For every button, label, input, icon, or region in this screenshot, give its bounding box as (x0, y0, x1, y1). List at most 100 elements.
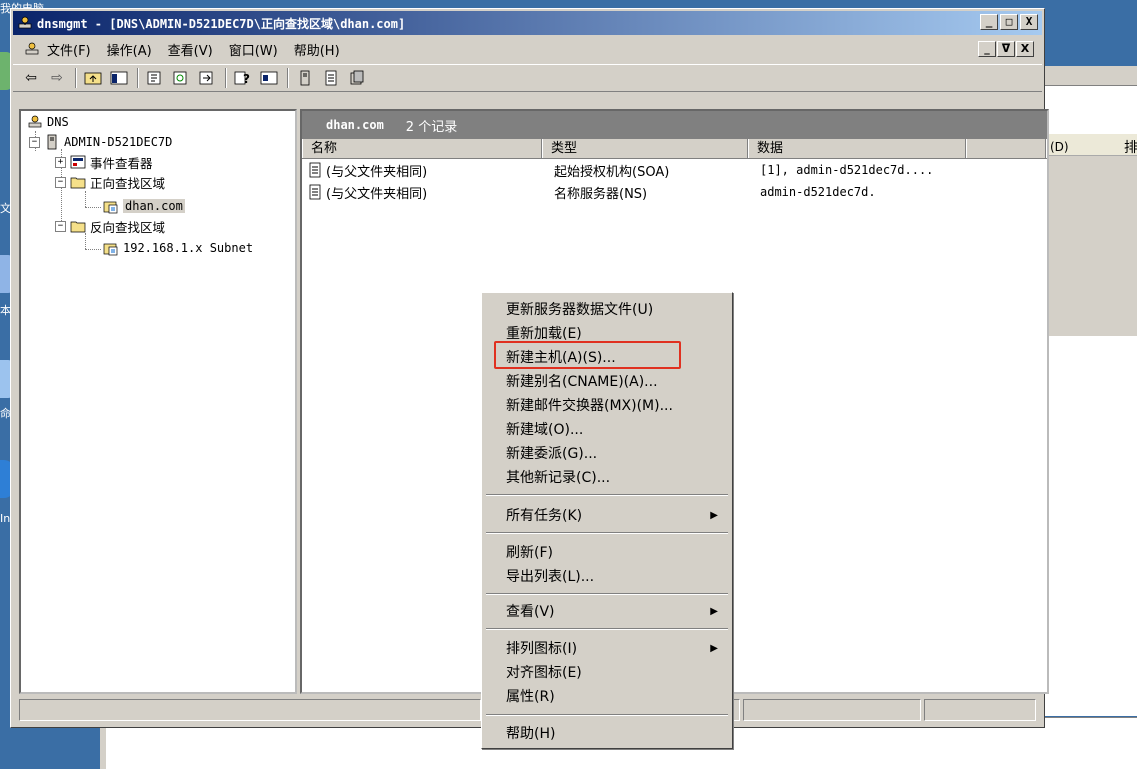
background-column-label-2: 排 (1124, 140, 1137, 156)
menu-window[interactable]: 窗口(W) (229, 40, 278, 59)
tree-label: ADMIN-D521DEC7D (64, 135, 173, 149)
properties-icon[interactable] (145, 68, 165, 88)
menu-item-new-alias[interactable]: 新建别名(CNAME)(A)... (484, 369, 730, 393)
record-icon (309, 162, 321, 178)
tree-label: 反向查找区域 (90, 219, 166, 235)
tree-label: dhan.com (123, 199, 185, 213)
record-type: 起始授权机构(SOA) (554, 164, 670, 180)
collapse-icon[interactable]: − (55, 176, 66, 188)
record-icon[interactable] (321, 68, 341, 88)
expand-icon[interactable]: + (55, 156, 66, 168)
toolbar-separator (287, 68, 289, 88)
zone-icon (103, 201, 118, 214)
column-header-data[interactable]: 数据 (748, 139, 966, 158)
tree-item-reverse-subnet[interactable]: 192.168.1.x Subnet (103, 239, 253, 257)
menu-separator (486, 593, 728, 595)
submenu-arrow-icon: ▶ (710, 509, 718, 521)
menu-item-new-domain[interactable]: 新建域(O)... (484, 417, 730, 441)
menu-item-help[interactable]: 帮助(H) (484, 721, 730, 745)
mdi-close-button[interactable]: X (1016, 41, 1034, 57)
tree-item-dhan-com[interactable]: dhan.com (103, 197, 185, 215)
menu-action[interactable]: 操作(A) (107, 40, 152, 59)
record-type: 名称服务器(NS) (554, 186, 648, 202)
zone-icon[interactable] (347, 68, 367, 88)
up-folder-icon[interactable] (83, 68, 103, 88)
tree-label: DNS (47, 115, 69, 129)
menu-item-other-new-records[interactable]: 其他新记录(C)... (484, 465, 730, 489)
tree-item-event-viewer[interactable]: + 事件查看器 (55, 153, 153, 171)
status-pane (924, 699, 1036, 721)
menu-separator (486, 714, 728, 716)
tree-connector (85, 249, 101, 250)
close-button[interactable]: X (1020, 14, 1038, 30)
tree-connector (85, 233, 86, 249)
menu-help[interactable]: 帮助(H) (294, 40, 340, 59)
menu-item-arrange-icons[interactable]: 排列图标(I) ▶ (484, 636, 730, 660)
dns-menu-icon[interactable] (23, 41, 41, 57)
maximize-button[interactable]: □ (1000, 14, 1018, 30)
record-data: [1], admin-d521dec7d.... (760, 163, 934, 177)
menu-item-new-mx[interactable]: 新建邮件交换器(MX)(M)... (484, 393, 730, 417)
menu-item-export-list[interactable]: 导出列表(L)... (484, 564, 730, 588)
console-icon[interactable] (259, 68, 279, 88)
column-header-extra[interactable] (966, 139, 1046, 158)
menu-item-new-delegation[interactable]: 新建委派(G)... (484, 441, 730, 465)
tree-item-reverse-zones[interactable]: − 反向查找区域 (55, 217, 165, 235)
server-icon[interactable] (295, 68, 315, 88)
toolbar-separator (75, 68, 77, 88)
window-titlebar[interactable]: dnsmgmt - [DNS\ADMIN-D521DEC7D\正向查找区域\dh… (13, 11, 1042, 35)
console-tree: DNS − ADMIN-D521DEC7D + 事件查看器 − 正向查找区域 d… (19, 109, 297, 694)
tree-item-server[interactable]: − ADMIN-D521DEC7D (29, 133, 172, 151)
forward-arrow-icon[interactable]: ⇨ (47, 68, 67, 88)
tree-label: 事件查看器 (90, 155, 153, 171)
dns-icon (28, 115, 42, 128)
collapse-icon[interactable]: − (29, 136, 40, 148)
tree-connector (85, 191, 86, 207)
submenu-arrow-icon: ▶ (710, 642, 718, 654)
menu-item-label: 查看(V) (506, 604, 555, 620)
minimize-button[interactable]: _ (980, 14, 998, 30)
mdi-restore-button[interactable]: ᐁ (997, 41, 1015, 57)
column-header-row: 名称 类型 数据 (302, 139, 1047, 159)
window-title: dnsmgmt - [DNS\ADMIN-D521DEC7D\正向查找区域\dh… (37, 16, 406, 31)
tree-label: 192.168.1.x Subnet (123, 241, 254, 255)
menu-item-all-tasks[interactable]: 所有任务(K) ▶ (484, 503, 730, 527)
record-name: (与父文件夹相同) (326, 186, 428, 202)
menubar: 文件(F) 操作(A) 查看(V) 窗口(W) 帮助(H) _ ᐁ X (13, 37, 1042, 61)
menu-separator (486, 494, 728, 496)
refresh-icon[interactable] (171, 68, 191, 88)
tree-item-dns[interactable]: DNS (27, 113, 69, 131)
column-header-name[interactable]: 名称 (302, 139, 542, 158)
toolbar-separator (225, 68, 227, 88)
back-arrow-icon[interactable]: ⇦ (21, 68, 41, 88)
menu-item-properties[interactable]: 属性(R) (484, 684, 730, 708)
help-icon[interactable]: ? (233, 68, 253, 88)
dns-app-icon (18, 16, 32, 29)
tree-item-forward-zones[interactable]: − 正向查找区域 (55, 173, 165, 191)
menu-view[interactable]: 查看(V) (168, 40, 213, 59)
event-viewer-icon (70, 155, 86, 169)
show-hide-tree-icon[interactable] (109, 68, 129, 88)
background-window-titlebar (1041, 66, 1137, 86)
menu-file[interactable]: 文件(F) (47, 40, 91, 59)
status-pane (743, 699, 921, 721)
column-header-type[interactable]: 类型 (542, 139, 748, 158)
toolbar-separator (137, 68, 139, 88)
menu-item-view[interactable]: 查看(V) ▶ (484, 599, 730, 623)
menu-separator (486, 532, 728, 534)
table-row[interactable]: (与父文件夹相同) 名称服务器(NS) admin-d521dec7d. (302, 181, 1047, 203)
mdi-minimize-button[interactable]: _ (978, 41, 996, 57)
menu-item-label: 所有任务(K) (506, 508, 583, 524)
menu-item-label: 排列图标(I) (506, 641, 578, 657)
menu-item-line-up-icons[interactable]: 对齐图标(E) (484, 660, 730, 684)
background-window (1040, 66, 1137, 716)
tree-label: 正向查找区域 (90, 175, 166, 191)
table-row[interactable]: (与父文件夹相同) 起始授权机构(SOA) [1], admin-d521dec… (302, 159, 1047, 181)
menu-item-refresh[interactable]: 刷新(F) (484, 540, 730, 564)
menu-item-update-server-data-file[interactable]: 更新服务器数据文件(U) (484, 297, 730, 321)
zone-icon (103, 243, 118, 256)
submenu-arrow-icon: ▶ (710, 605, 718, 617)
zone-name: dhan.com (326, 118, 384, 132)
collapse-icon[interactable]: − (55, 220, 66, 232)
export-list-icon[interactable] (197, 68, 217, 88)
